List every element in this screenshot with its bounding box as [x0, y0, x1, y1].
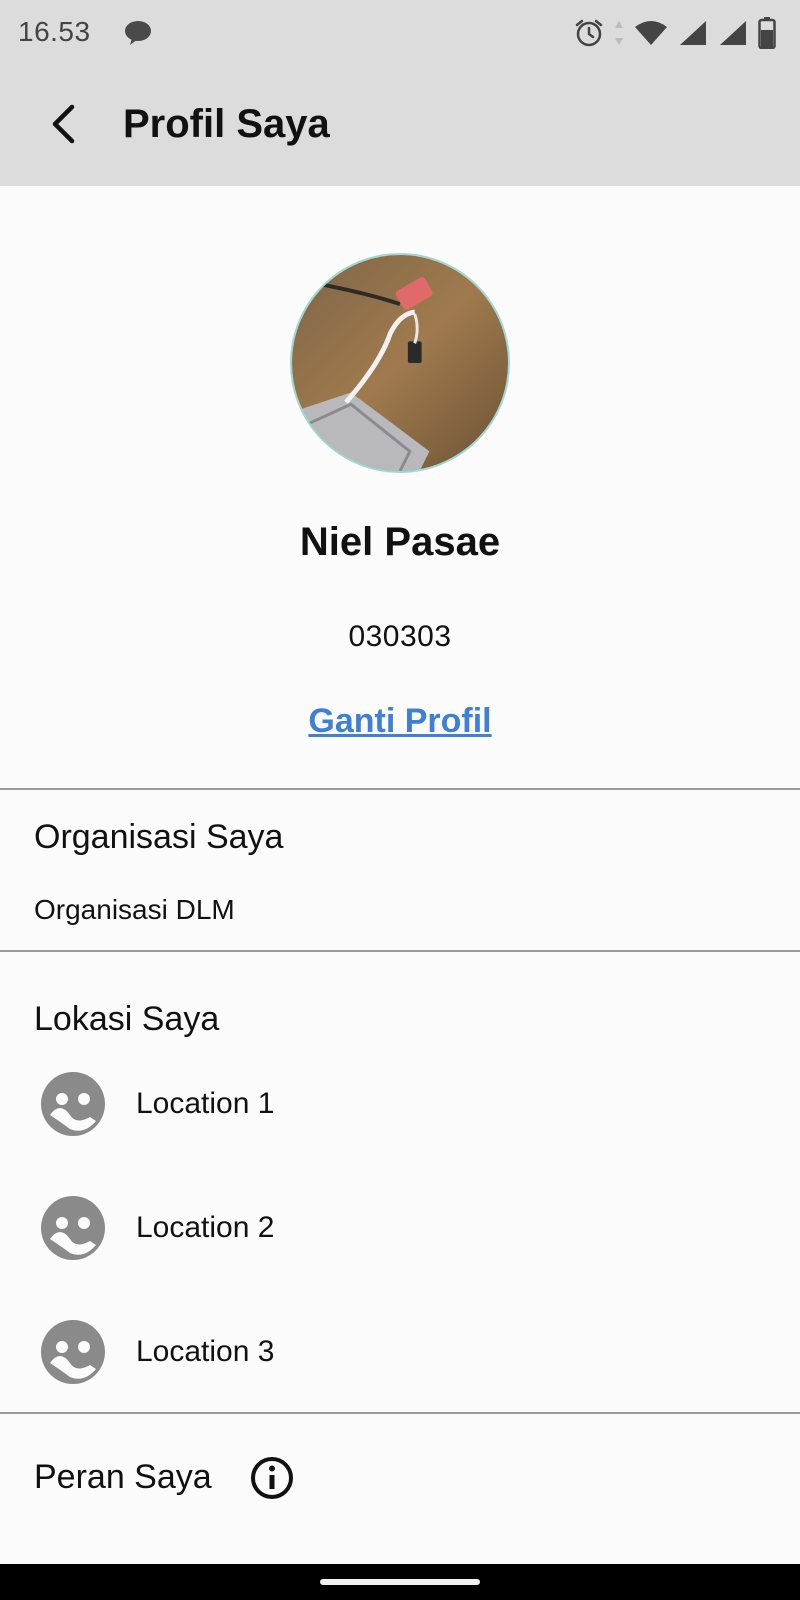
- locations-title: Lokasi Saya: [34, 1000, 220, 1038]
- profile-avatar: [290, 253, 510, 473]
- profile-id: 030303: [348, 620, 452, 653]
- organization-value: Organisasi DLM: [34, 894, 235, 925]
- chat-bubble-icon: [125, 21, 151, 45]
- location-label: Location 1: [136, 1087, 275, 1120]
- location-item[interactable]: Location 1: [40, 1069, 740, 1139]
- placeholder-avatar-icon: [41, 1072, 105, 1136]
- location-item[interactable]: Location 2: [40, 1193, 740, 1263]
- change-profile-link[interactable]: Ganti Profil: [308, 702, 491, 740]
- app-bar: Profil Saya: [0, 64, 800, 186]
- divider: [0, 788, 800, 790]
- roles-title: Peran Saya: [34, 1458, 212, 1496]
- placeholder-avatar-icon: [41, 1320, 105, 1384]
- data-arrows-icon: [615, 21, 623, 45]
- back-button[interactable]: [38, 94, 88, 154]
- profile-photo: [292, 255, 508, 471]
- signal-icon: [680, 21, 706, 45]
- divider: [0, 1412, 800, 1414]
- wifi-icon: [635, 21, 667, 45]
- status-time: 16.53: [18, 16, 91, 47]
- divider: [0, 950, 800, 952]
- info-icon[interactable]: [250, 1456, 294, 1500]
- change-profile-row: Ganti Profil: [0, 702, 800, 741]
- signal-icon: [720, 21, 746, 45]
- location-item[interactable]: Location 3: [40, 1317, 740, 1387]
- page-title: Profil Saya: [123, 102, 330, 146]
- organization-title: Organisasi Saya: [34, 818, 284, 856]
- profile-name: Niel Pasae: [299, 520, 501, 564]
- placeholder-avatar-icon: [41, 1196, 105, 1260]
- arrow-back-icon: [52, 104, 75, 144]
- status-bar: 16.53: [0, 0, 800, 64]
- system-nav-bar: [0, 1564, 800, 1600]
- location-label: Location 3: [136, 1335, 275, 1368]
- location-label: Location 2: [136, 1211, 275, 1244]
- battery-icon: [758, 17, 776, 49]
- home-gesture-handle[interactable]: [320, 1579, 480, 1585]
- alarm-icon: [575, 19, 603, 47]
